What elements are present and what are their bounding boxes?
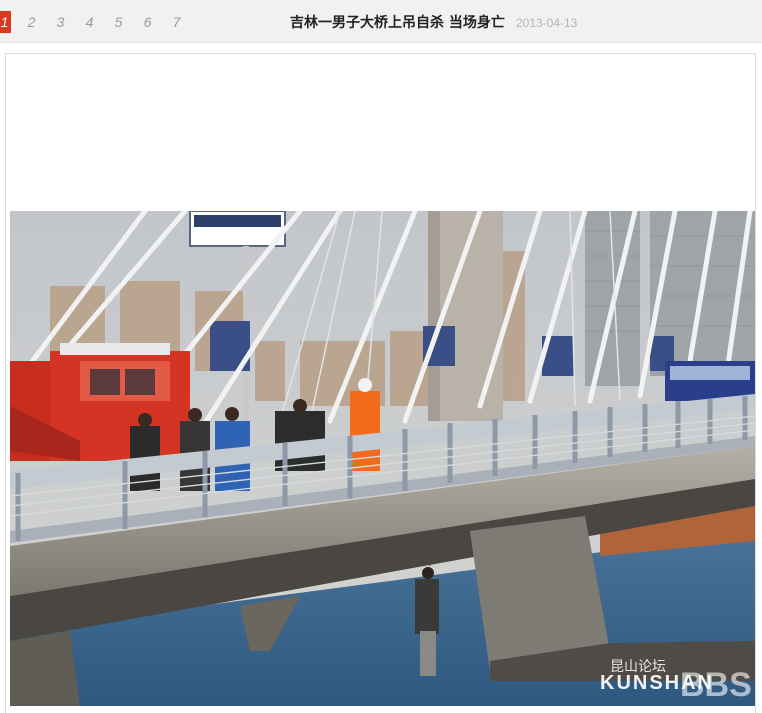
page-4-link[interactable]: 4 (75, 14, 104, 30)
article-title: 吉林一男子大桥上吊自杀 当场身亡 (290, 15, 505, 31)
page-7-link[interactable]: 7 (162, 14, 191, 30)
page-2-link[interactable]: 2 (17, 14, 46, 30)
page-5-link[interactable]: 5 (104, 14, 133, 30)
watermark-cn: 昆山论坛 (610, 659, 666, 675)
top-bar: 1 2 3 4 5 6 7 吉林一男子大桥上吊自杀 当场身亡 2013-04-1… (0, 0, 762, 43)
article-date: 2013-04-13 (515, 16, 578, 30)
article-photo[interactable]: KUNSHAN BBS 昆山论坛 (10, 211, 755, 706)
pagination: 1 2 3 4 5 6 7 (0, 11, 191, 33)
page-6-link[interactable]: 6 (133, 14, 162, 30)
page-1-link[interactable]: 1 (0, 11, 11, 33)
article-header: 吉林一男子大桥上吊自杀 当场身亡 2013-04-13 (290, 12, 577, 32)
watermark-bbs: BBS (680, 666, 752, 704)
page-3-link[interactable]: 3 (46, 14, 75, 30)
